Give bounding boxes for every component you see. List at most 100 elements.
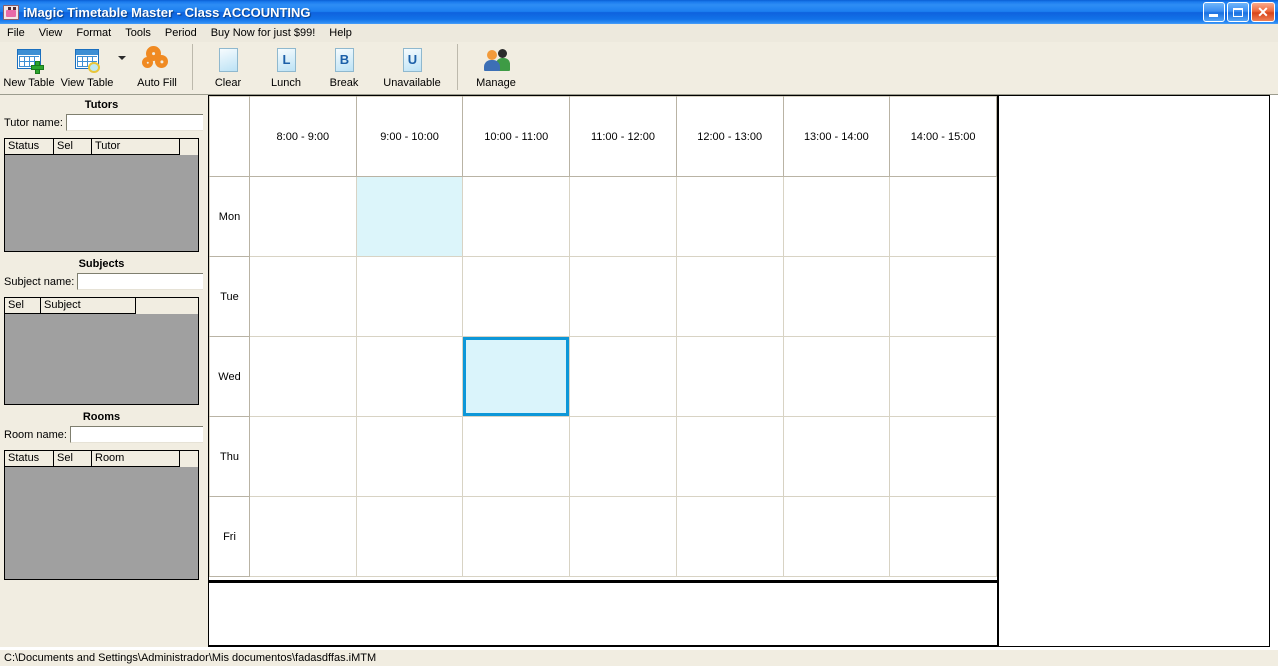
timetable-cell[interactable] — [675, 496, 784, 577]
timetable-cell[interactable] — [782, 416, 891, 497]
timetable-cell[interactable] — [782, 256, 891, 337]
main-content-area: 8:00 - 9:00 9:00 - 10:00 10:00 - 11:00 11:0… — [208, 95, 1270, 647]
tutor-name-row: Tutor name: — [0, 111, 214, 131]
time-slot-header[interactable]: 10:00 - 11:00 — [462, 96, 571, 177]
room-name-input[interactable] — [69, 426, 218, 443]
subjects-col-subject[interactable]: Subject — [41, 298, 136, 314]
timetable-cell[interactable] — [675, 176, 784, 257]
gears-icon — [142, 46, 172, 74]
timetable-cell[interactable] — [889, 416, 997, 497]
tutors-list[interactable]: Status Sel Tutor — [4, 138, 199, 252]
tutor-name-input[interactable] — [65, 114, 214, 131]
time-slot-header[interactable]: 13:00 - 14:00 — [782, 96, 891, 177]
app-icon — [3, 4, 19, 20]
timetable-cell[interactable] — [782, 176, 891, 257]
timetable-cell[interactable] — [782, 496, 891, 577]
subject-name-row: Subject name: — [0, 270, 226, 290]
clear-label: Clear — [214, 77, 242, 89]
timetable-cell[interactable] — [569, 416, 677, 497]
timetable-grid: 8:00 - 9:00 9:00 - 10:00 10:00 - 11:00 11:0… — [209, 96, 999, 582]
auto-fill-label: Auto Fill — [137, 77, 177, 89]
timetable-cell[interactable] — [569, 176, 677, 257]
break-square-icon: B — [329, 46, 359, 74]
rooms-col-room[interactable]: Room — [92, 451, 180, 467]
new-table-button[interactable]: New Table — [0, 42, 58, 93]
rooms-col-sel[interactable]: Sel — [54, 451, 92, 467]
timetable-cell[interactable] — [569, 336, 677, 417]
subjects-list[interactable]: Sel Subject — [4, 297, 199, 405]
timetable-cell[interactable] — [355, 256, 464, 337]
timetable-cell[interactable] — [889, 176, 997, 257]
timetable-cell[interactable] — [675, 416, 784, 497]
menu-item-tools[interactable]: Tools — [118, 25, 158, 41]
auto-fill-button[interactable]: Auto Fill — [128, 42, 186, 93]
rooms-list[interactable]: Status Sel Room — [4, 450, 199, 580]
chevron-down-icon[interactable] — [116, 42, 128, 70]
day-label-cell[interactable]: Tue — [209, 256, 250, 337]
tutors-col-status[interactable]: Status — [5, 139, 54, 155]
restore-button[interactable] — [1227, 2, 1249, 22]
window-controls: ✕ — [1203, 2, 1275, 22]
break-button[interactable]: B Break — [315, 42, 373, 93]
day-label-cell[interactable]: Mon — [209, 176, 250, 257]
timetable-cell[interactable] — [889, 496, 997, 577]
time-slot-header[interactable]: 14:00 - 15:00 — [889, 96, 997, 177]
timetable-cell[interactable] — [462, 256, 571, 337]
time-slot-header[interactable]: 12:00 - 13:00 — [675, 96, 784, 177]
table-view-icon — [72, 46, 102, 74]
timetable-cell[interactable] — [355, 496, 464, 577]
subjects-section-title: Subjects — [78, 258, 125, 270]
timetable-cell[interactable] — [462, 176, 571, 257]
minimize-button[interactable] — [1203, 2, 1225, 22]
unavailable-glyph: U — [403, 48, 422, 72]
view-table-button[interactable]: View Table — [58, 42, 116, 93]
time-slot-header[interactable]: 8:00 - 9:00 — [249, 96, 357, 177]
break-glyph: B — [335, 48, 354, 72]
close-button[interactable]: ✕ — [1251, 2, 1275, 22]
timetable-detail-panel — [209, 582, 999, 646]
timetable-cell[interactable] — [355, 416, 464, 497]
menu-item-buy-now[interactable]: Buy Now for just $99! — [204, 25, 323, 41]
manage-button[interactable]: Manage — [464, 42, 528, 93]
rooms-list-header: Status Sel Room — [5, 451, 198, 467]
timetable-cell[interactable] — [462, 496, 571, 577]
menu-item-period[interactable]: Period — [158, 25, 204, 41]
time-slot-header[interactable]: 9:00 - 10:00 — [355, 96, 464, 177]
timetable-cell[interactable] — [249, 176, 357, 257]
timetable-cell[interactable] — [782, 336, 891, 417]
timetable-cell[interactable] — [569, 496, 677, 577]
timetable-cell[interactable] — [355, 176, 464, 257]
break-label: Break — [329, 77, 359, 89]
timetable-cell[interactable] — [249, 496, 357, 577]
tutors-col-tutor[interactable]: Tutor — [92, 139, 180, 155]
menu-item-file[interactable]: File — [0, 25, 32, 41]
timetable-cell[interactable] — [355, 336, 464, 417]
timetable-cell[interactable] — [462, 416, 571, 497]
timetable-cell[interactable] — [889, 256, 997, 337]
time-slot-header[interactable]: 11:00 - 12:00 — [569, 96, 677, 177]
unavailable-button[interactable]: U Unavailable — [373, 42, 451, 93]
rooms-col-status[interactable]: Status — [5, 451, 54, 467]
timetable-cell[interactable] — [889, 336, 997, 417]
timetable-cell[interactable] — [569, 256, 677, 337]
title-bar: iMagic Timetable Master - Class ACCOUNTI… — [0, 0, 1278, 24]
timetable-cell[interactable] — [249, 336, 357, 417]
timetable-cell[interactable] — [249, 256, 357, 337]
day-label-cell[interactable]: Thu — [209, 416, 250, 497]
subjects-col-sel[interactable]: Sel — [5, 298, 41, 314]
clear-button[interactable]: Clear — [199, 42, 257, 93]
timetable-cell[interactable] — [249, 416, 357, 497]
timetable-cell-selected[interactable] — [462, 336, 571, 417]
day-label-cell[interactable]: Wed — [209, 336, 250, 417]
toolbar-separator-1 — [192, 44, 193, 90]
subjects-list-header: Sel Subject — [5, 298, 198, 314]
day-label-cell[interactable]: Fri — [209, 496, 250, 577]
tutors-col-sel[interactable]: Sel — [54, 139, 92, 155]
menu-item-format[interactable]: Format — [69, 25, 118, 41]
timetable-cell[interactable] — [675, 256, 784, 337]
timetable-cell[interactable] — [675, 336, 784, 417]
timetable-body: 8:00 - 9:00 9:00 - 10:00 10:00 - 11:00 11:0… — [209, 96, 997, 577]
menu-item-help[interactable]: Help — [322, 25, 359, 41]
menu-item-view[interactable]: View — [32, 25, 70, 41]
lunch-button[interactable]: L Lunch — [257, 42, 315, 93]
